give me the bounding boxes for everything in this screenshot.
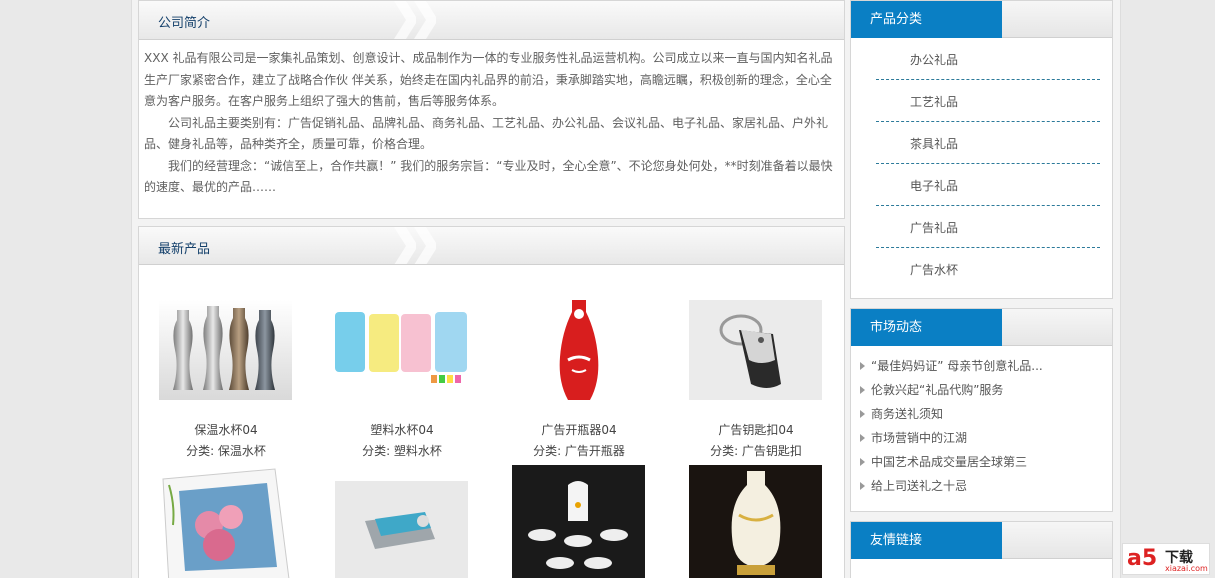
market-news-title: 市场动态 xyxy=(851,309,1002,346)
thermos-bottles-image[interactable] xyxy=(159,300,292,400)
category-list: 办公礼品 工艺礼品 茶具礼品 电子礼品 广告礼品 广告水杯 xyxy=(851,38,1112,290)
news-item[interactable]: 商务送礼须知 xyxy=(860,402,1112,426)
product-card[interactable]: 广告开瓶器04 分类: 广告开瓶器 xyxy=(512,300,646,462)
friend-links-header: 友情链接 xyxy=(851,522,1112,559)
news-item[interactable]: 给上司送礼之十忌 xyxy=(860,474,1112,498)
company-intro-header: 公司简介 xyxy=(139,1,844,40)
product-card[interactable] xyxy=(512,465,646,578)
intro-paragraph: XXX 礼品有限公司是一家集礼品策划、创意设计、成品制作为一体的专业服务性礼品运… xyxy=(144,51,833,108)
product-categories-header: 产品分类 xyxy=(851,1,1112,38)
latest-products-panel: 最新产品 保温水杯04 分类: 保温水杯 塑料水杯04 分类: 塑料水杯 广告开… xyxy=(138,226,845,578)
chevron-decoration-icon xyxy=(414,227,436,264)
category-item[interactable]: 工艺礼品 xyxy=(876,80,1100,122)
vase-image[interactable] xyxy=(689,465,822,578)
product-categories-panel: 产品分类 办公礼品 工艺礼品 茶具礼品 电子礼品 广告礼品 广告水杯 xyxy=(850,0,1113,299)
a5-logo: a5 xyxy=(1127,546,1158,571)
chevron-decoration-icon xyxy=(394,1,416,39)
intro-paragraph: 公司礼品主要类别有：广告促销礼品、品牌礼品、商务礼品、工艺礼品、办公礼品、会议礼… xyxy=(144,115,829,152)
category-item[interactable]: 广告礼品 xyxy=(876,206,1100,248)
product-categories-title: 产品分类 xyxy=(851,1,1002,38)
plastic-cups-image[interactable] xyxy=(335,300,468,400)
friend-links-title: 友情链接 xyxy=(851,522,1002,559)
market-news-header: 市场动态 xyxy=(851,309,1112,346)
chevron-decoration-icon xyxy=(394,227,416,264)
product-category: 分类: 塑料水杯 xyxy=(362,444,442,458)
latest-products-header: 最新产品 xyxy=(139,227,844,265)
product-card[interactable]: 塑料水杯04 分类: 塑料水杯 xyxy=(335,300,469,462)
company-intro-panel: 公司简介 XXX 礼品有限公司是一家集礼品策划、创意设计、成品制作为一体的专业服… xyxy=(138,0,845,219)
intro-paragraph: 我们的经营理念：“诚信至上，合作共赢！” 我们的服务宗旨：“专业及时，全心全意”… xyxy=(144,158,833,195)
product-category: 分类: 保温水杯 xyxy=(186,444,266,458)
news-list: “最佳妈妈证” 母亲节创意礼品... 伦敦兴起“礼品代购”服务 商务送礼须知 市… xyxy=(851,346,1112,498)
product-card[interactable]: 广告钥匙扣04 分类: 广告钥匙扣 xyxy=(689,300,823,462)
news-item[interactable]: 中国艺术品成交量居全球第三 xyxy=(860,450,1112,474)
category-item[interactable]: 办公礼品 xyxy=(876,38,1100,80)
keychain-image[interactable] xyxy=(689,300,822,400)
product-card[interactable] xyxy=(159,465,293,578)
market-news-panel: 市场动态 “最佳妈妈证” 母亲节创意礼品... 伦敦兴起“礼品代购”服务 商务送… xyxy=(850,308,1113,512)
tea-set-image[interactable] xyxy=(512,465,645,578)
latest-products-title: 最新产品 xyxy=(158,242,211,257)
photo-frame-image[interactable] xyxy=(159,465,292,578)
product-category: 分类: 广告开瓶器 xyxy=(533,444,625,458)
friend-links-panel: 友情链接 xyxy=(850,521,1113,578)
product-name[interactable]: 塑料水杯04 xyxy=(335,420,469,441)
news-item[interactable]: 市场营销中的江湖 xyxy=(860,426,1112,450)
product-card[interactable] xyxy=(335,481,469,578)
category-item[interactable]: 广告水杯 xyxy=(876,248,1100,290)
product-name[interactable]: 广告开瓶器04 xyxy=(512,420,646,441)
product-card[interactable]: 保温水杯04 分类: 保温水杯 xyxy=(159,300,293,462)
product-category: 分类: 广告钥匙扣 xyxy=(710,444,802,458)
news-item[interactable]: “最佳妈妈证” 母亲节创意礼品... xyxy=(860,354,1112,378)
product-name[interactable]: 保温水杯04 xyxy=(159,420,293,441)
news-item[interactable]: 伦敦兴起“礼品代购”服务 xyxy=(860,378,1112,402)
watermark-url: xiazai.com xyxy=(1165,564,1208,573)
product-name[interactable]: 广告钥匙扣04 xyxy=(689,420,823,441)
usb-drive-image[interactable] xyxy=(335,481,468,578)
category-item[interactable]: 茶具礼品 xyxy=(876,122,1100,164)
bottle-opener-image[interactable] xyxy=(512,300,645,400)
product-card[interactable] xyxy=(689,465,823,578)
company-intro-title: 公司简介 xyxy=(158,16,211,31)
category-item[interactable]: 电子礼品 xyxy=(876,164,1100,206)
chevron-decoration-icon xyxy=(414,1,436,39)
company-intro-text: XXX 礼品有限公司是一家集礼品策划、创意设计、成品制作为一体的专业服务性礼品运… xyxy=(139,40,844,199)
a5-download-watermark: a5 下载 xiazai.com xyxy=(1122,543,1210,575)
